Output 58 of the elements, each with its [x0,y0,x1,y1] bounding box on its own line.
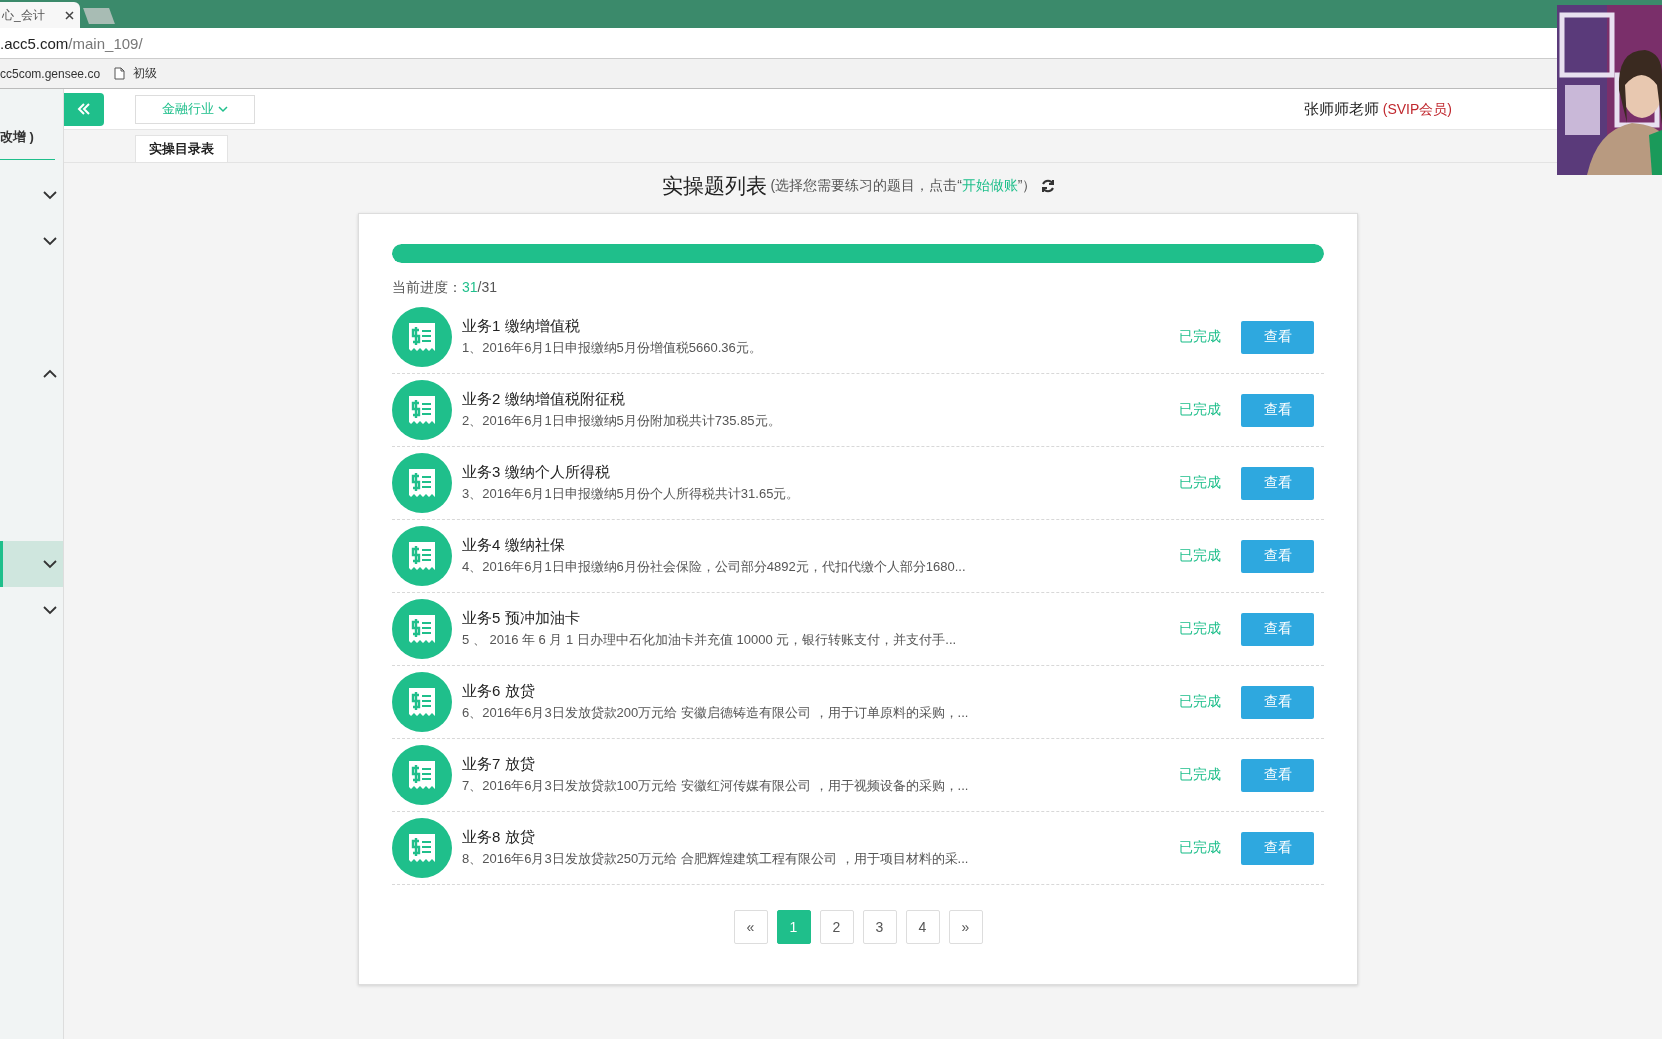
page-button[interactable]: 4 [905,910,940,944]
receipt-dollar-icon [392,526,452,586]
progress-text: 当前进度：31/31 [392,279,499,297]
close-icon[interactable] [65,10,74,20]
bookmark[interactable]: 初级 [114,65,158,82]
bookmark[interactable]: cc5com.gensee.co [0,66,101,81]
chevron-down-icon[interactable] [43,190,57,200]
receipt-dollar-icon [392,672,452,732]
task-title: 业务2 缴纳增值税附征税 [462,390,626,409]
task-description: 2、2016年6月1日申报缴纳5月份附加税共计735.85元。 [462,412,782,430]
task-description: 7、2016年6月3日发放贷款100万元给 安徽红河传媒有限公司 ，用于视频设备的采购，... [462,777,970,795]
task-status: 已完成 [1179,328,1221,346]
page-icon [114,67,126,80]
task-title: 业务7 放贷 [462,755,536,774]
sidebar-item[interactable]: 改增 ) [0,115,55,160]
refresh-icon[interactable] [1040,179,1055,193]
user-name: 张师师老师 (SVIP会员) [1303,99,1452,119]
task-title: 业务8 放贷 [462,828,536,847]
task-description: 5 、 2016 年 6 月 1 日办理中石化加油卡并充值 10000 元，银行转账支付，并支付手... [462,631,958,649]
page-button[interactable]: 2 [819,910,854,944]
page-button[interactable]: 3 [862,910,897,944]
task-description: 4、2016年6月1日申报缴纳6月份社会保险，公司部分4892元，代扣代缴个人部分1680... [462,558,967,576]
receipt-dollar-icon [392,453,452,513]
chevron-down-icon[interactable] [43,559,57,569]
task-status: 已完成 [1179,766,1221,784]
page-button[interactable]: « [733,910,768,944]
page-tab[interactable]: 实操目录表 [135,135,228,162]
task-status: 已完成 [1179,547,1221,565]
task-status: 已完成 [1179,839,1221,857]
task-status: 已完成 [1179,620,1221,638]
browser-tab[interactable]: 心_会计 [0,2,80,28]
task-status: 已完成 [1179,401,1221,419]
task-title: 业务4 缴纳社保 [462,536,566,555]
task-description: 1、2016年6月1日申报缴纳5月份增值税5660.36元。 [462,339,763,357]
task-description: 6、2016年6月3日发放贷款200万元给 安徽启德铸造有限公司 ，用于订单原料的采购，... [462,704,970,722]
task-title: 业务5 预冲加油卡 [462,609,581,628]
receipt-dollar-icon [392,380,452,440]
chevron-up-icon[interactable] [43,369,57,378]
page-button[interactable]: » [948,910,983,944]
chevron-down-icon [218,105,228,113]
task-title: 业务6 放贷 [462,682,536,701]
double-chevron-left-icon [77,103,91,115]
task-status: 已完成 [1179,474,1221,492]
task-description: 8、2016年6月3日发放贷款250万元给 合肥辉煌建筑工程有限公司 ，用于项目材料的采... [462,850,970,868]
page-title: 实操题列表 [661,173,767,199]
task-status: 已完成 [1179,693,1221,711]
tab-title: 心_会计 [2,6,45,24]
page-hint: (选择您需要练习的题目，点击“开始做账”） [770,177,1037,195]
task-title: 业务3 缴纳个人所得税 [462,463,611,482]
task-title: 业务1 缴纳增值税 [462,317,581,336]
receipt-dollar-icon [392,599,452,659]
chevron-down-icon[interactable] [43,236,57,246]
receipt-dollar-icon [392,745,452,805]
address-url[interactable]: .acc5.com/main_109/ [0,34,143,52]
chevron-down-icon[interactable] [43,605,57,615]
receipt-dollar-icon [392,818,452,878]
task-description: 3、2016年6月1日申报缴纳5月份个人所得税共计31.65元。 [462,485,801,503]
receipt-dollar-icon [392,307,452,367]
